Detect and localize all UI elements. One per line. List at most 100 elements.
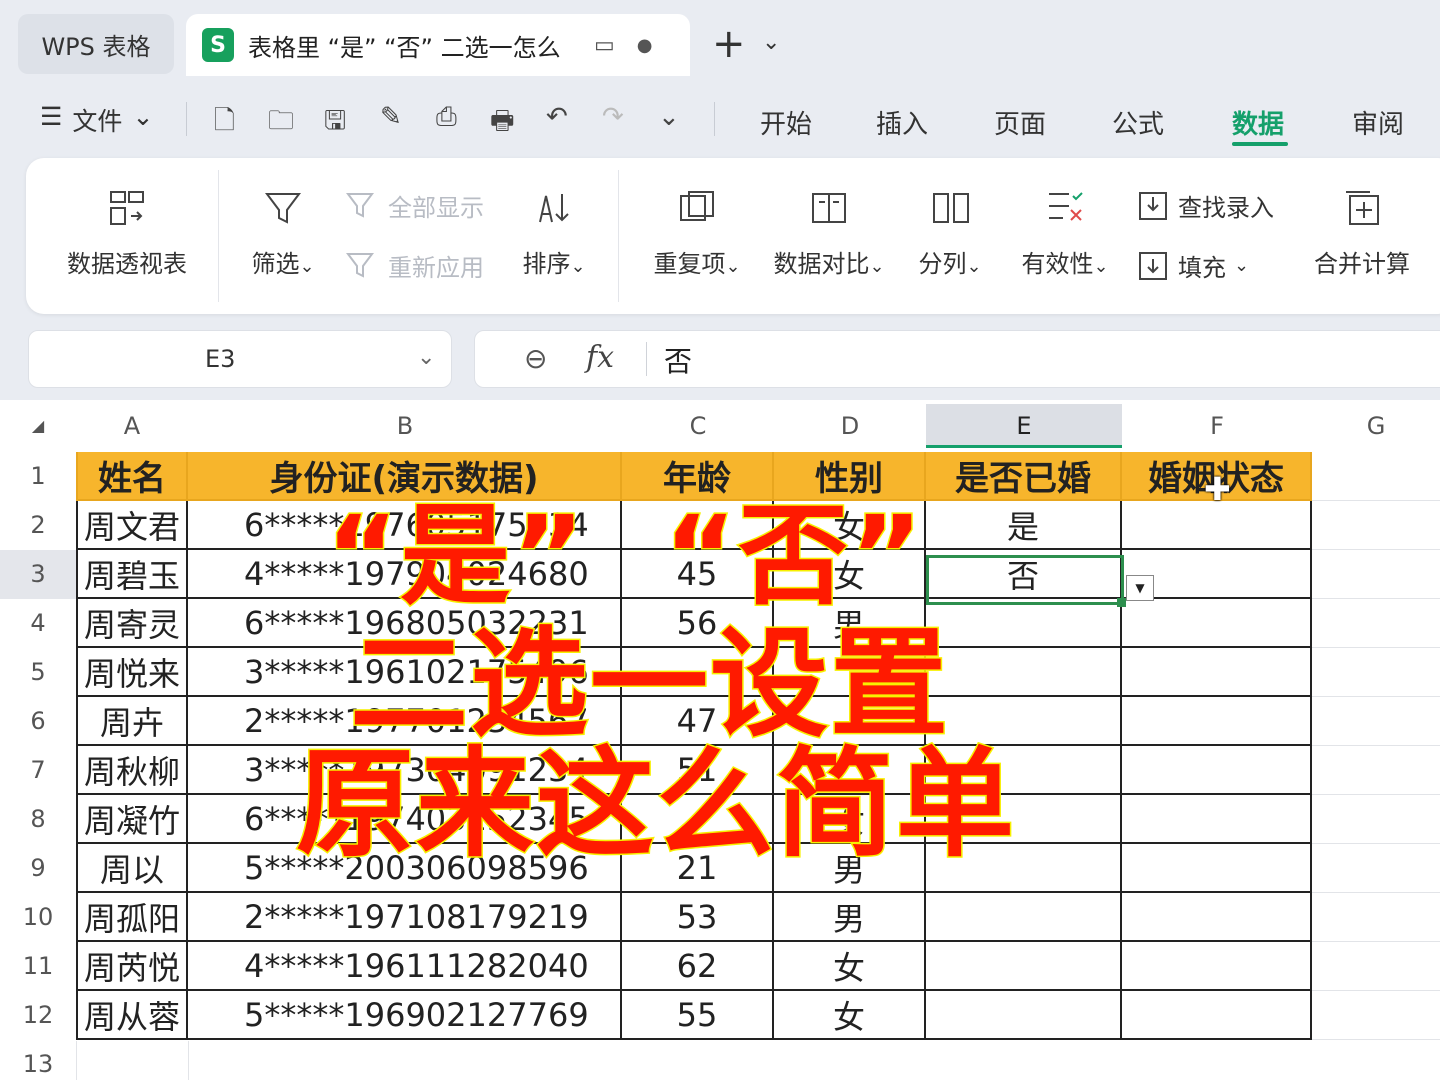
- reapply-button[interactable]: 重新应用: [344, 248, 484, 283]
- data-compare-button[interactable]: 数据对比⌄: [764, 186, 894, 279]
- new-tab-button[interactable]: +: [712, 24, 746, 64]
- tab-formula[interactable]: 公式: [1112, 104, 1164, 141]
- split-column-button[interactable]: 分列⌄: [910, 186, 990, 279]
- table-cell[interactable]: 周凝竹: [76, 795, 188, 844]
- dropdown-arrow-icon[interactable]: ▼: [1126, 575, 1154, 601]
- table-cell[interactable]: 周孤阳: [76, 893, 188, 942]
- row-header-13[interactable]: 13: [0, 1040, 76, 1080]
- table-cell[interactable]: 周秋柳: [76, 746, 188, 795]
- header-cell[interactable]: 是否已婚: [926, 452, 1122, 501]
- table-cell[interactable]: 4*****196111282040: [188, 942, 622, 991]
- row-header-1[interactable]: 1: [0, 452, 76, 501]
- tab-insert[interactable]: 插入: [876, 104, 928, 141]
- print-preview-icon[interactable]: ⎙: [436, 102, 457, 133]
- table-cell[interactable]: 周碧玉: [76, 550, 188, 599]
- document-tab[interactable]: S 表格里 “是” “否” 二选一怎么 ▭ ●: [186, 14, 690, 76]
- table-cell[interactable]: [926, 893, 1122, 942]
- table-cell[interactable]: [1122, 599, 1312, 648]
- table-cell[interactable]: [1122, 648, 1312, 697]
- duplicates-button[interactable]: 重复项⌄: [642, 186, 752, 279]
- tab-home[interactable]: 开始: [760, 104, 812, 141]
- table-cell[interactable]: [1122, 942, 1312, 991]
- column-header-d[interactable]: D: [774, 404, 926, 448]
- table-cell[interactable]: 周芮悦: [76, 942, 188, 991]
- table-cell[interactable]: [1122, 893, 1312, 942]
- consolidate-button[interactable]: 合并计算: [1304, 186, 1420, 279]
- chevron-down-icon[interactable]: ⌄: [417, 345, 435, 370]
- show-all-button[interactable]: 全部显示: [344, 188, 484, 223]
- format-painter-icon[interactable]: ✎: [380, 102, 402, 132]
- row-header-2[interactable]: 2: [0, 501, 76, 550]
- file-menu[interactable]: ☰ 文件 ⌄: [40, 102, 153, 138]
- new-file-icon[interactable]: 🗋: [214, 102, 235, 146]
- column-header-f[interactable]: F: [1122, 404, 1312, 448]
- unsaved-dot-icon[interactable]: ●: [637, 35, 653, 56]
- sort-button[interactable]: 排序⌄: [514, 186, 594, 279]
- validation-button[interactable]: 有效性⌄: [1010, 186, 1120, 279]
- tab-data[interactable]: 数据: [1232, 104, 1284, 141]
- table-cell[interactable]: [1122, 697, 1312, 746]
- header-cell[interactable]: 姓名: [76, 452, 188, 501]
- row-header-8[interactable]: 8: [0, 795, 76, 844]
- table-cell[interactable]: [926, 942, 1122, 991]
- empty-grid-area[interactable]: [1312, 452, 1440, 1080]
- table-cell[interactable]: 53: [622, 893, 774, 942]
- row-header-3[interactable]: 3: [0, 550, 76, 599]
- table-cell[interactable]: [926, 648, 1122, 697]
- table-cell[interactable]: 周寄灵: [76, 599, 188, 648]
- table-cell[interactable]: 周卉: [76, 697, 188, 746]
- table-cell[interactable]: [1122, 746, 1312, 795]
- table-cell[interactable]: 是: [926, 501, 1122, 550]
- table-cell[interactable]: [1122, 501, 1312, 550]
- column-header-g[interactable]: G: [1312, 404, 1440, 448]
- select-all-corner[interactable]: ◢: [0, 404, 76, 448]
- print-icon[interactable]: 🖶: [490, 102, 515, 146]
- zoom-icon[interactable]: ⊖: [524, 342, 547, 375]
- chevron-down-icon[interactable]: ⌄: [658, 102, 680, 132]
- column-header-c[interactable]: C: [622, 404, 774, 448]
- row-header-4[interactable]: 4: [0, 599, 76, 648]
- formula-input[interactable]: [474, 330, 1440, 388]
- table-cell[interactable]: 62: [622, 942, 774, 991]
- table-cell[interactable]: 5*****196902127769: [188, 991, 622, 1040]
- empty-row-13[interactable]: [76, 1041, 1312, 1080]
- open-folder-icon[interactable]: 🗀: [268, 102, 294, 146]
- table-cell[interactable]: 周以: [76, 844, 188, 893]
- fill-button[interactable]: 填充 ⌄: [1136, 248, 1249, 283]
- fx-icon[interactable]: fx: [586, 340, 614, 375]
- row-header-9[interactable]: 9: [0, 844, 76, 893]
- column-header-a[interactable]: A: [76, 404, 188, 448]
- row-header-7[interactable]: 7: [0, 746, 76, 795]
- table-cell[interactable]: [1122, 844, 1312, 893]
- table-cell[interactable]: 女: [774, 991, 926, 1040]
- name-box[interactable]: E3 ⌄: [28, 330, 452, 388]
- column-header-b[interactable]: B: [188, 404, 622, 448]
- table-cell[interactable]: 女: [774, 942, 926, 991]
- tab-review[interactable]: 审阅: [1352, 104, 1404, 141]
- tab-page[interactable]: 页面: [994, 104, 1046, 141]
- table-cell[interactable]: [1122, 991, 1312, 1040]
- fill-handle[interactable]: [1117, 598, 1126, 607]
- table-cell[interactable]: [926, 599, 1122, 648]
- lookup-entry-button[interactable]: 查找录入: [1136, 188, 1274, 223]
- row-header-11[interactable]: 11: [0, 942, 76, 991]
- pivot-table-button[interactable]: 数据透视表: [62, 186, 192, 279]
- window-icon[interactable]: ▭: [594, 33, 615, 58]
- table-cell[interactable]: 55: [622, 991, 774, 1040]
- home-tab[interactable]: WPS 表格: [18, 14, 174, 74]
- table-cell[interactable]: 周从蓉: [76, 991, 188, 1040]
- filter-button[interactable]: 筛选⌄: [238, 186, 328, 279]
- undo-icon[interactable]: ↶: [546, 102, 568, 132]
- table-cell[interactable]: 2*****197108179219: [188, 893, 622, 942]
- row-header-12[interactable]: 12: [0, 991, 76, 1040]
- chevron-down-icon[interactable]: ⌄: [762, 30, 780, 55]
- redo-icon[interactable]: ↷: [602, 102, 624, 132]
- table-cell[interactable]: [926, 991, 1122, 1040]
- column-header-e[interactable]: E: [926, 404, 1122, 448]
- row-header-10[interactable]: 10: [0, 893, 76, 942]
- table-cell[interactable]: 周文君: [76, 501, 188, 550]
- table-cell[interactable]: [1122, 795, 1312, 844]
- table-cell[interactable]: 男: [774, 893, 926, 942]
- table-cell[interactable]: 周悦来: [76, 648, 188, 697]
- row-header-5[interactable]: 5: [0, 648, 76, 697]
